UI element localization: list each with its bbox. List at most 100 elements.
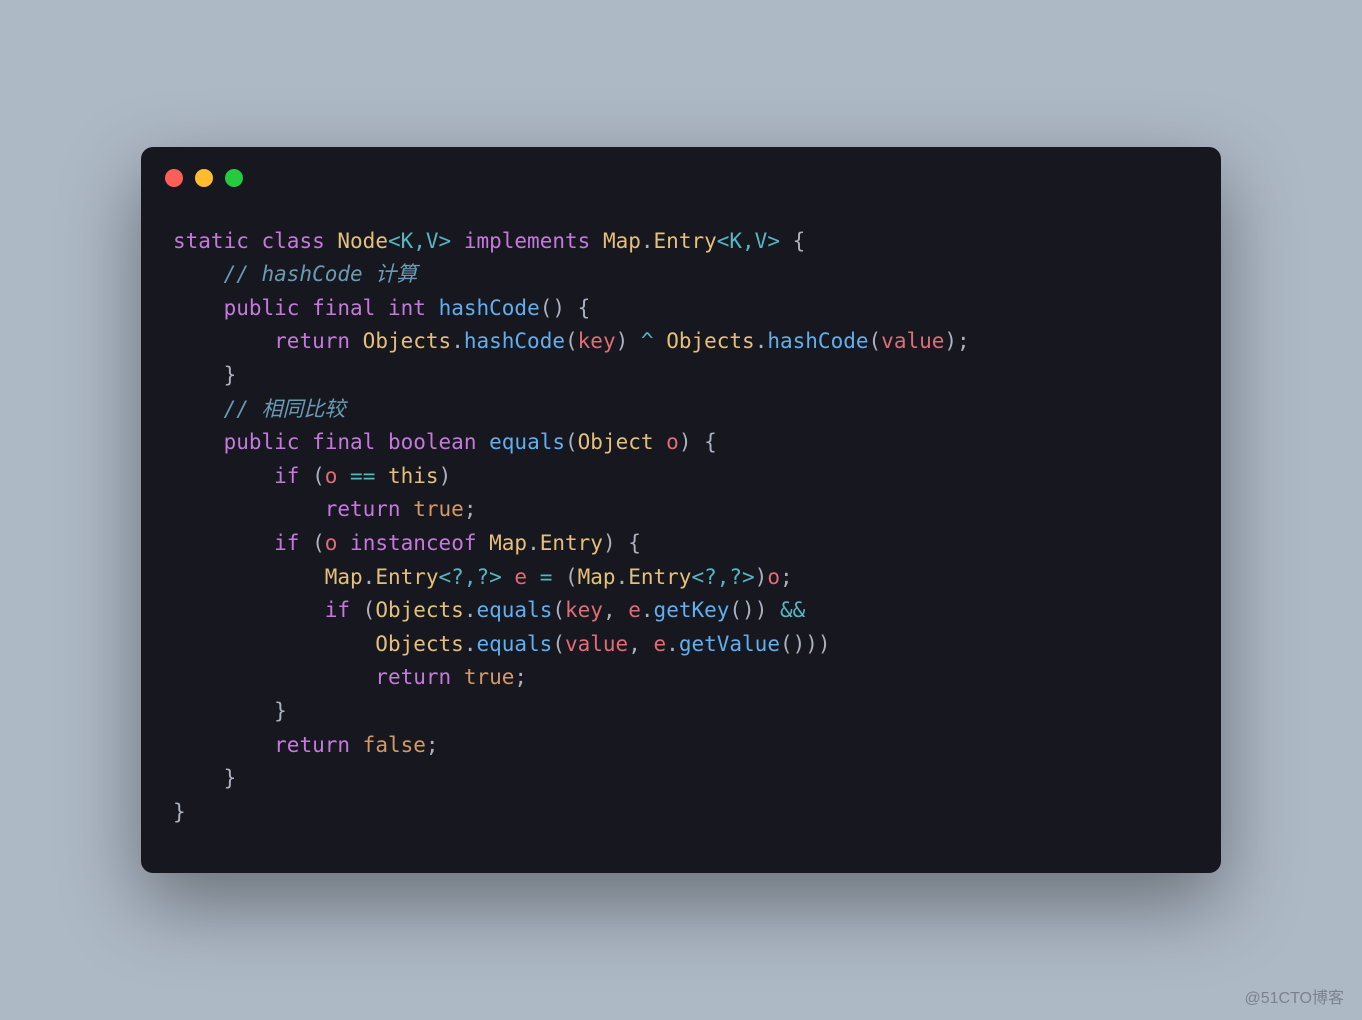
keyword-instanceof: instanceof bbox=[337, 531, 489, 555]
literal-true: true bbox=[413, 497, 464, 521]
paren-open: ( bbox=[565, 329, 578, 353]
var-e: e bbox=[628, 598, 641, 622]
comma: , bbox=[603, 598, 628, 622]
minimize-icon[interactable] bbox=[195, 169, 213, 187]
param-o: o bbox=[654, 430, 679, 454]
paren-close: ) bbox=[679, 430, 692, 454]
method-getvalue: getValue bbox=[679, 632, 780, 656]
var-e: e bbox=[654, 632, 667, 656]
keyword-final: final bbox=[312, 296, 375, 320]
class-objects: Objects bbox=[363, 329, 452, 353]
var-e: e bbox=[502, 565, 540, 589]
keyword-boolean: boolean bbox=[388, 430, 477, 454]
generic: <K,V> bbox=[388, 229, 451, 253]
class-objects: Objects bbox=[375, 632, 464, 656]
keyword-static: static bbox=[173, 229, 249, 253]
paren-open: ( bbox=[565, 430, 578, 454]
code-content: static class Node<K,V> implements Map.En… bbox=[141, 197, 1221, 874]
keyword-return: return bbox=[274, 733, 350, 757]
paren: () bbox=[729, 598, 754, 622]
class-objects: Objects bbox=[375, 598, 464, 622]
keyword-return: return bbox=[274, 329, 350, 353]
comment: // hashCode 计算 bbox=[224, 262, 418, 286]
code-window: static class Node<K,V> implements Map.En… bbox=[141, 147, 1221, 874]
paren-open: ( bbox=[299, 464, 324, 488]
dot: . bbox=[641, 229, 654, 253]
method-getkey: getKey bbox=[654, 598, 730, 622]
paren-open: ( bbox=[552, 565, 577, 589]
close-icon[interactable] bbox=[165, 169, 183, 187]
param-key: key bbox=[578, 329, 616, 353]
class-objects: Objects bbox=[666, 329, 755, 353]
literal-false: false bbox=[363, 733, 426, 757]
generic: <?,?> bbox=[439, 565, 502, 589]
paren: () bbox=[540, 296, 565, 320]
paren-open: ( bbox=[869, 329, 882, 353]
dot: . bbox=[616, 565, 629, 589]
keyword-this: this bbox=[388, 464, 439, 488]
semicolon: ; bbox=[426, 733, 439, 757]
dot: . bbox=[464, 598, 477, 622]
method-equals: equals bbox=[476, 632, 552, 656]
paren-close: ) bbox=[944, 329, 957, 353]
keyword-public: public bbox=[224, 296, 300, 320]
method-hashcode: hashCode bbox=[439, 296, 540, 320]
brace: } bbox=[274, 699, 287, 723]
paren-open: ( bbox=[552, 598, 565, 622]
dot: . bbox=[451, 329, 464, 353]
dot: . bbox=[363, 565, 376, 589]
paren-close: ) bbox=[755, 598, 768, 622]
dot: . bbox=[527, 531, 540, 555]
brace: } bbox=[224, 766, 237, 790]
semicolon: ; bbox=[957, 329, 970, 353]
param-value: value bbox=[565, 632, 628, 656]
brace: } bbox=[224, 363, 237, 387]
keyword-if: if bbox=[274, 464, 299, 488]
class-map: Map bbox=[578, 565, 616, 589]
dot: . bbox=[755, 329, 768, 353]
class-entry: Entry bbox=[540, 531, 603, 555]
paren-close: ) bbox=[616, 329, 629, 353]
window-titlebar bbox=[141, 147, 1221, 197]
literal-true: true bbox=[464, 665, 515, 689]
class-entry: Entry bbox=[628, 565, 691, 589]
var-o: o bbox=[325, 464, 338, 488]
semicolon: ; bbox=[464, 497, 477, 521]
param-value: value bbox=[881, 329, 944, 353]
comment: // 相同比较 bbox=[224, 397, 346, 421]
paren-close: )) bbox=[805, 632, 830, 656]
keyword-if: if bbox=[325, 598, 350, 622]
paren-close: ) bbox=[439, 464, 452, 488]
brace: { bbox=[780, 229, 805, 253]
brace: { bbox=[691, 430, 716, 454]
method-equals: equals bbox=[476, 598, 552, 622]
brace: { bbox=[565, 296, 590, 320]
maximize-icon[interactable] bbox=[225, 169, 243, 187]
class-map: Map bbox=[325, 565, 363, 589]
keyword-return: return bbox=[375, 665, 451, 689]
keyword-implements: implements bbox=[464, 229, 590, 253]
type-map: Map bbox=[603, 229, 641, 253]
class-map: Map bbox=[489, 531, 527, 555]
type-node: Node bbox=[337, 229, 388, 253]
dot: . bbox=[641, 598, 654, 622]
paren-open: ( bbox=[350, 598, 375, 622]
keyword-if: if bbox=[274, 531, 299, 555]
class-object: Object bbox=[578, 430, 654, 454]
brace: { bbox=[616, 531, 641, 555]
operator-assign: = bbox=[540, 565, 553, 589]
watermark: @51CTO博客 bbox=[1244, 984, 1344, 1008]
paren: () bbox=[780, 632, 805, 656]
generic: <?,?> bbox=[691, 565, 754, 589]
keyword-public: public bbox=[224, 430, 300, 454]
method-hashcode: hashCode bbox=[767, 329, 868, 353]
keyword-return: return bbox=[325, 497, 401, 521]
semicolon: ; bbox=[780, 565, 793, 589]
semicolon: ; bbox=[514, 665, 527, 689]
operator-xor: ^ bbox=[628, 329, 666, 353]
operator-and: && bbox=[767, 598, 805, 622]
var-o: o bbox=[325, 531, 338, 555]
paren-open: ( bbox=[299, 531, 324, 555]
keyword-int: int bbox=[388, 296, 426, 320]
keyword-class: class bbox=[262, 229, 325, 253]
